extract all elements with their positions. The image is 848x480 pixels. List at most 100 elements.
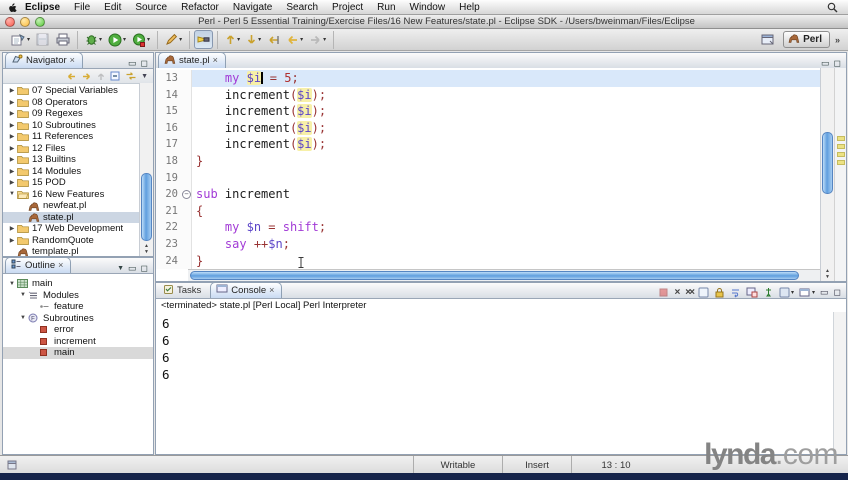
outline-item[interactable]: ▼ F Subroutines [3,313,153,325]
tab-state-pl[interactable]: state.pl × [158,52,226,68]
new-wizard-button[interactable]: ▾ [8,30,33,49]
terminate-icon[interactable] [658,287,669,298]
occurrence-mark[interactable] [837,152,845,157]
overview-ruler[interactable] [834,68,846,281]
tree-expand-arrow-icon[interactable]: ▶ [7,87,17,94]
scrollbar-thumb[interactable] [190,271,799,280]
menu-run[interactable]: Run [370,2,402,13]
open-perspective-icon[interactable] [758,30,778,49]
code-text[interactable]: say ++$n; [192,236,820,253]
menu-help[interactable]: Help [452,2,487,13]
scrollbar-arrows[interactable]: ▲ ▼ [821,268,834,280]
up-icon[interactable] [96,72,106,81]
navigator-item[interactable]: ▼ 16 New Features [3,189,140,201]
code-line[interactable]: 14 increment($i); [156,86,820,104]
outline-item[interactable]: main [3,347,153,359]
tree-collapse-arrow-icon[interactable]: ▼ [7,281,17,287]
navigator-item[interactable]: template.pl [3,246,140,256]
navigator-item[interactable]: ▶ 08 Operators [3,97,140,109]
code-line[interactable]: 23 say ++$n; [156,235,820,253]
tree-expand-arrow-icon[interactable]: ▶ [7,145,17,152]
maximize-view-icon[interactable]: ◻ [141,59,148,68]
minimize-icon[interactable]: ▭ [820,288,829,297]
tree-collapse-arrow-icon[interactable]: ▼ [18,315,28,321]
maximize-view-icon[interactable]: ◻ [141,264,148,273]
occurrence-mark[interactable] [837,136,845,141]
open-console-icon[interactable]: ▾ [799,287,815,298]
maximize-icon[interactable]: ◻ [834,288,841,297]
forward-icon[interactable] [81,72,92,81]
outline-item[interactable]: error [3,324,153,336]
spotlight-search-icon[interactable] [827,2,838,13]
code-text[interactable] [192,170,820,187]
fold-marker-icon[interactable]: − [182,190,191,200]
maximize-editor-icon[interactable]: ◻ [834,59,841,68]
scroll-lock-icon[interactable] [714,287,725,298]
collapse-all-icon[interactable] [110,71,121,81]
remove-all-terminated-icon[interactable]: ×× [685,287,695,298]
code-text[interactable]: increment($i); [192,120,820,137]
menu-refactor[interactable]: Refactor [174,2,226,13]
code-text[interactable]: increment($i); [192,87,820,104]
tree-collapse-arrow-icon[interactable]: ▼ [7,191,17,197]
code-text[interactable]: increment($i); [192,136,820,153]
tab-tasks[interactable]: Tasks [156,283,208,298]
code-text[interactable]: } [192,153,820,170]
perspective-overflow-chevron[interactable]: » [835,35,840,45]
minimize-window-button[interactable] [20,16,30,27]
tree-expand-arrow-icon[interactable]: ▶ [7,99,17,106]
scrollbar-arrows[interactable]: ▲ ▼ [140,243,153,255]
tree-expand-arrow-icon[interactable]: ▶ [7,168,17,175]
debug-button[interactable]: ▾ [82,30,105,49]
back-icon[interactable] [66,72,77,81]
editor-hscrollbar[interactable] [188,269,820,281]
console-scrollbar[interactable] [833,312,846,454]
tree-expand-arrow-icon[interactable]: ▶ [7,179,17,186]
run-button[interactable]: ▾ [105,30,129,49]
code-line[interactable]: 17 increment($i); [156,136,820,153]
editor-vscrollbar[interactable]: ▲ ▼ [820,68,834,281]
apple-menu-icon[interactable] [8,2,18,13]
navigator-item[interactable]: ▶ 17 Web Development [3,223,140,235]
close-icon[interactable]: × [213,56,218,65]
code-line[interactable]: 18} [156,152,820,170]
zoom-window-button[interactable] [35,16,45,27]
previous-annotation-button[interactable]: ▾ [243,30,264,49]
print-button[interactable] [53,30,73,49]
next-annotation-button[interactable]: ▾ [222,30,243,49]
code-line[interactable]: 22 my $n = shift; [156,219,820,236]
window-titlebar[interactable]: Perl - Perl 5 Essential Training/Exercis… [0,15,848,29]
menu-search[interactable]: Search [279,2,325,13]
outline-item[interactable]: feature [3,301,153,313]
perspective-perl-button[interactable]: Perl [783,31,830,48]
navigator-item[interactable]: ▶ 10 Subroutines [3,120,140,132]
minimize-view-icon[interactable]: ▭ [128,264,137,273]
code-line[interactable]: 19 [156,169,820,187]
outline-item[interactable]: ▼ main [3,278,153,290]
code-text[interactable]: my $i = 5; [192,70,820,87]
tree-expand-arrow-icon[interactable]: ▶ [7,122,17,129]
tree-expand-arrow-icon[interactable]: ▶ [7,225,17,232]
clear-console-icon[interactable] [698,287,709,298]
close-window-button[interactable] [5,16,15,27]
view-menu-icon[interactable]: ▼ [141,73,148,80]
code-text[interactable]: increment($i); [192,103,820,120]
view-menu-icon[interactable]: ▼ [117,264,124,273]
navigator-item[interactable]: ▶ 13 Builtins [3,154,140,166]
menu-file[interactable]: File [67,2,97,13]
link-editor-icon[interactable] [125,71,137,81]
menu-source[interactable]: Source [128,2,174,13]
navigator-item[interactable]: ▶ 09 Regexes [3,108,140,120]
navigator-item[interactable]: ▶ 07 Special Variables [3,85,140,97]
outline-item[interactable]: increment [3,336,153,348]
tree-expand-arrow-icon[interactable]: ▶ [7,156,17,163]
external-tools-button[interactable]: ▾ [129,30,153,49]
console-output[interactable]: 6 6 6 6 [156,314,846,384]
code-line[interactable]: 15 increment($i); [156,103,820,120]
tab-navigator[interactable]: Navigator × [5,52,83,68]
new-marker-button[interactable]: ▾ [162,30,185,49]
tab-console[interactable]: Console × [210,282,283,298]
code-editor[interactable]: 13 my $i = 5; 14 increment($i); 15 increme… [156,68,820,281]
code-text[interactable]: { [192,203,820,220]
code-line[interactable]: 16 increment($i); [156,119,820,137]
